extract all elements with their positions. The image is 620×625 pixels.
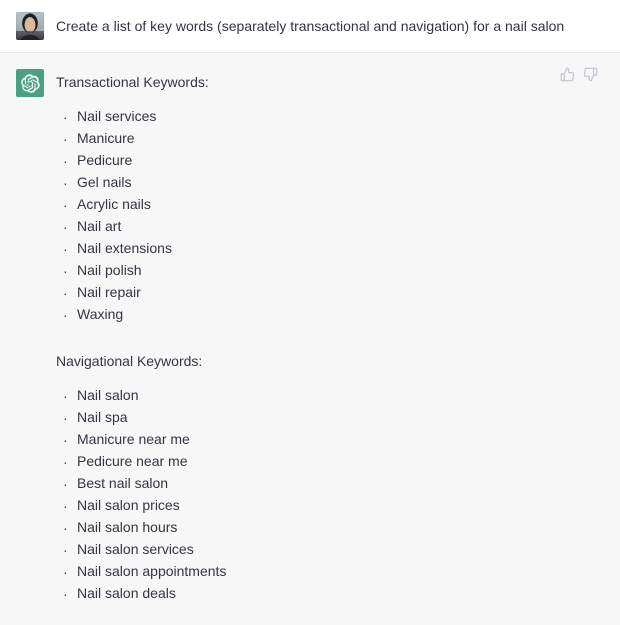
- bullet-icon: ·: [63, 285, 68, 301]
- list-item: · Pedicure near me: [56, 451, 604, 473]
- list-item-label: Nail salon hours: [77, 518, 178, 535]
- bullet-icon: ·: [63, 519, 68, 536]
- list-item-label: Pedicure near me: [77, 452, 188, 469]
- user-message-text: Create a list of key words (separately t…: [56, 18, 565, 34]
- bullet-icon: ·: [63, 263, 68, 279]
- list-item-label: Best nail salon: [77, 474, 169, 491]
- feedback-buttons: [560, 67, 598, 82]
- list-item: · Nail services: [56, 106, 604, 128]
- section-heading-navigational: Navigational Keywords:: [56, 352, 203, 369]
- list-item: · Nail spa: [56, 407, 604, 429]
- list-item-label: Nail salon services: [77, 540, 194, 557]
- thumbs-up-icon[interactable]: [560, 67, 575, 82]
- list-item: · Nail salon: [56, 385, 604, 407]
- list-item-label: Nail repair: [77, 284, 141, 300]
- bullet-icon: ·: [63, 541, 68, 558]
- bullet-icon: ·: [63, 175, 68, 191]
- bullet-icon: ·: [63, 153, 68, 169]
- bullet-icon: ·: [63, 241, 68, 257]
- list-item-label: Nail spa: [77, 408, 128, 425]
- keyword-list-navigational: · Nail salon · Nail spa · Manicure near …: [56, 385, 604, 605]
- thumbs-down-icon[interactable]: [583, 67, 598, 82]
- list-item-label: Pedicure: [77, 152, 133, 168]
- chat-conversation: Create a list of key words (separately t…: [0, 0, 620, 625]
- user-message-row: Create a list of key words (separately t…: [0, 0, 620, 53]
- list-item: · Nail salon prices: [56, 495, 604, 517]
- bullet-icon: ·: [63, 131, 68, 147]
- list-item: · Nail salon hours: [56, 517, 604, 539]
- list-item: · Best nail salon: [56, 473, 604, 495]
- keyword-list-transactional: · Nail services · Manicure · Pedicure · …: [56, 106, 604, 326]
- assistant-message-row: Transactional Keywords: · Nail services …: [0, 53, 620, 625]
- list-item-label: Nail art: [77, 218, 122, 234]
- list-item: · Waxing: [56, 304, 604, 326]
- bullet-icon: ·: [63, 197, 68, 213]
- assistant-avatar: [16, 69, 44, 97]
- list-item: · Manicure near me: [56, 429, 604, 451]
- list-item: · Nail art: [56, 216, 604, 238]
- bullet-icon: ·: [63, 475, 68, 492]
- list-item: · Manicure: [56, 128, 604, 150]
- bullet-icon: ·: [63, 409, 68, 426]
- list-item: · Gel nails: [56, 172, 604, 194]
- list-item-label: Nail salon prices: [77, 496, 180, 513]
- bullet-icon: ·: [63, 307, 68, 323]
- assistant-message-body: Transactional Keywords: · Nail services …: [56, 69, 604, 605]
- bullet-icon: ·: [63, 563, 68, 580]
- list-item-label: Manicure near me: [77, 430, 190, 447]
- list-item: · Nail polish: [56, 260, 604, 282]
- bullet-icon: ·: [63, 585, 68, 602]
- list-item-label: Nail polish: [77, 262, 142, 278]
- bullet-icon: ·: [63, 431, 68, 448]
- user-message-body: Create a list of key words (separately t…: [56, 12, 604, 36]
- chatgpt-logo-icon: [20, 73, 40, 93]
- bullet-icon: ·: [63, 387, 68, 404]
- list-item: · Nail salon services: [56, 539, 604, 561]
- section-heading-transactional: Transactional Keywords:: [56, 74, 209, 90]
- bullet-icon: ·: [63, 453, 68, 470]
- list-item: · Nail repair: [56, 282, 604, 304]
- list-item: · Acrylic nails: [56, 194, 604, 216]
- list-item: · Pedicure: [56, 150, 604, 172]
- list-item: · Nail salon appointments: [56, 561, 604, 583]
- bullet-icon: ·: [63, 497, 68, 514]
- list-item-label: Nail services: [77, 108, 157, 124]
- list-item-label: Acrylic nails: [77, 196, 151, 212]
- list-item-label: Manicure: [77, 130, 135, 146]
- list-item: · Nail salon deals: [56, 583, 604, 605]
- list-item: · Nail extensions: [56, 238, 604, 260]
- list-item-label: Waxing: [77, 306, 124, 322]
- list-item-label: Nail salon: [77, 386, 139, 403]
- bullet-icon: ·: [63, 219, 68, 235]
- list-item-label: Nail salon deals: [77, 584, 176, 601]
- list-item-label: Nail salon appointments: [77, 562, 227, 579]
- list-item-label: Gel nails: [77, 174, 132, 190]
- user-avatar: [16, 12, 44, 40]
- bullet-icon: ·: [63, 109, 68, 125]
- list-item-label: Nail extensions: [77, 240, 172, 256]
